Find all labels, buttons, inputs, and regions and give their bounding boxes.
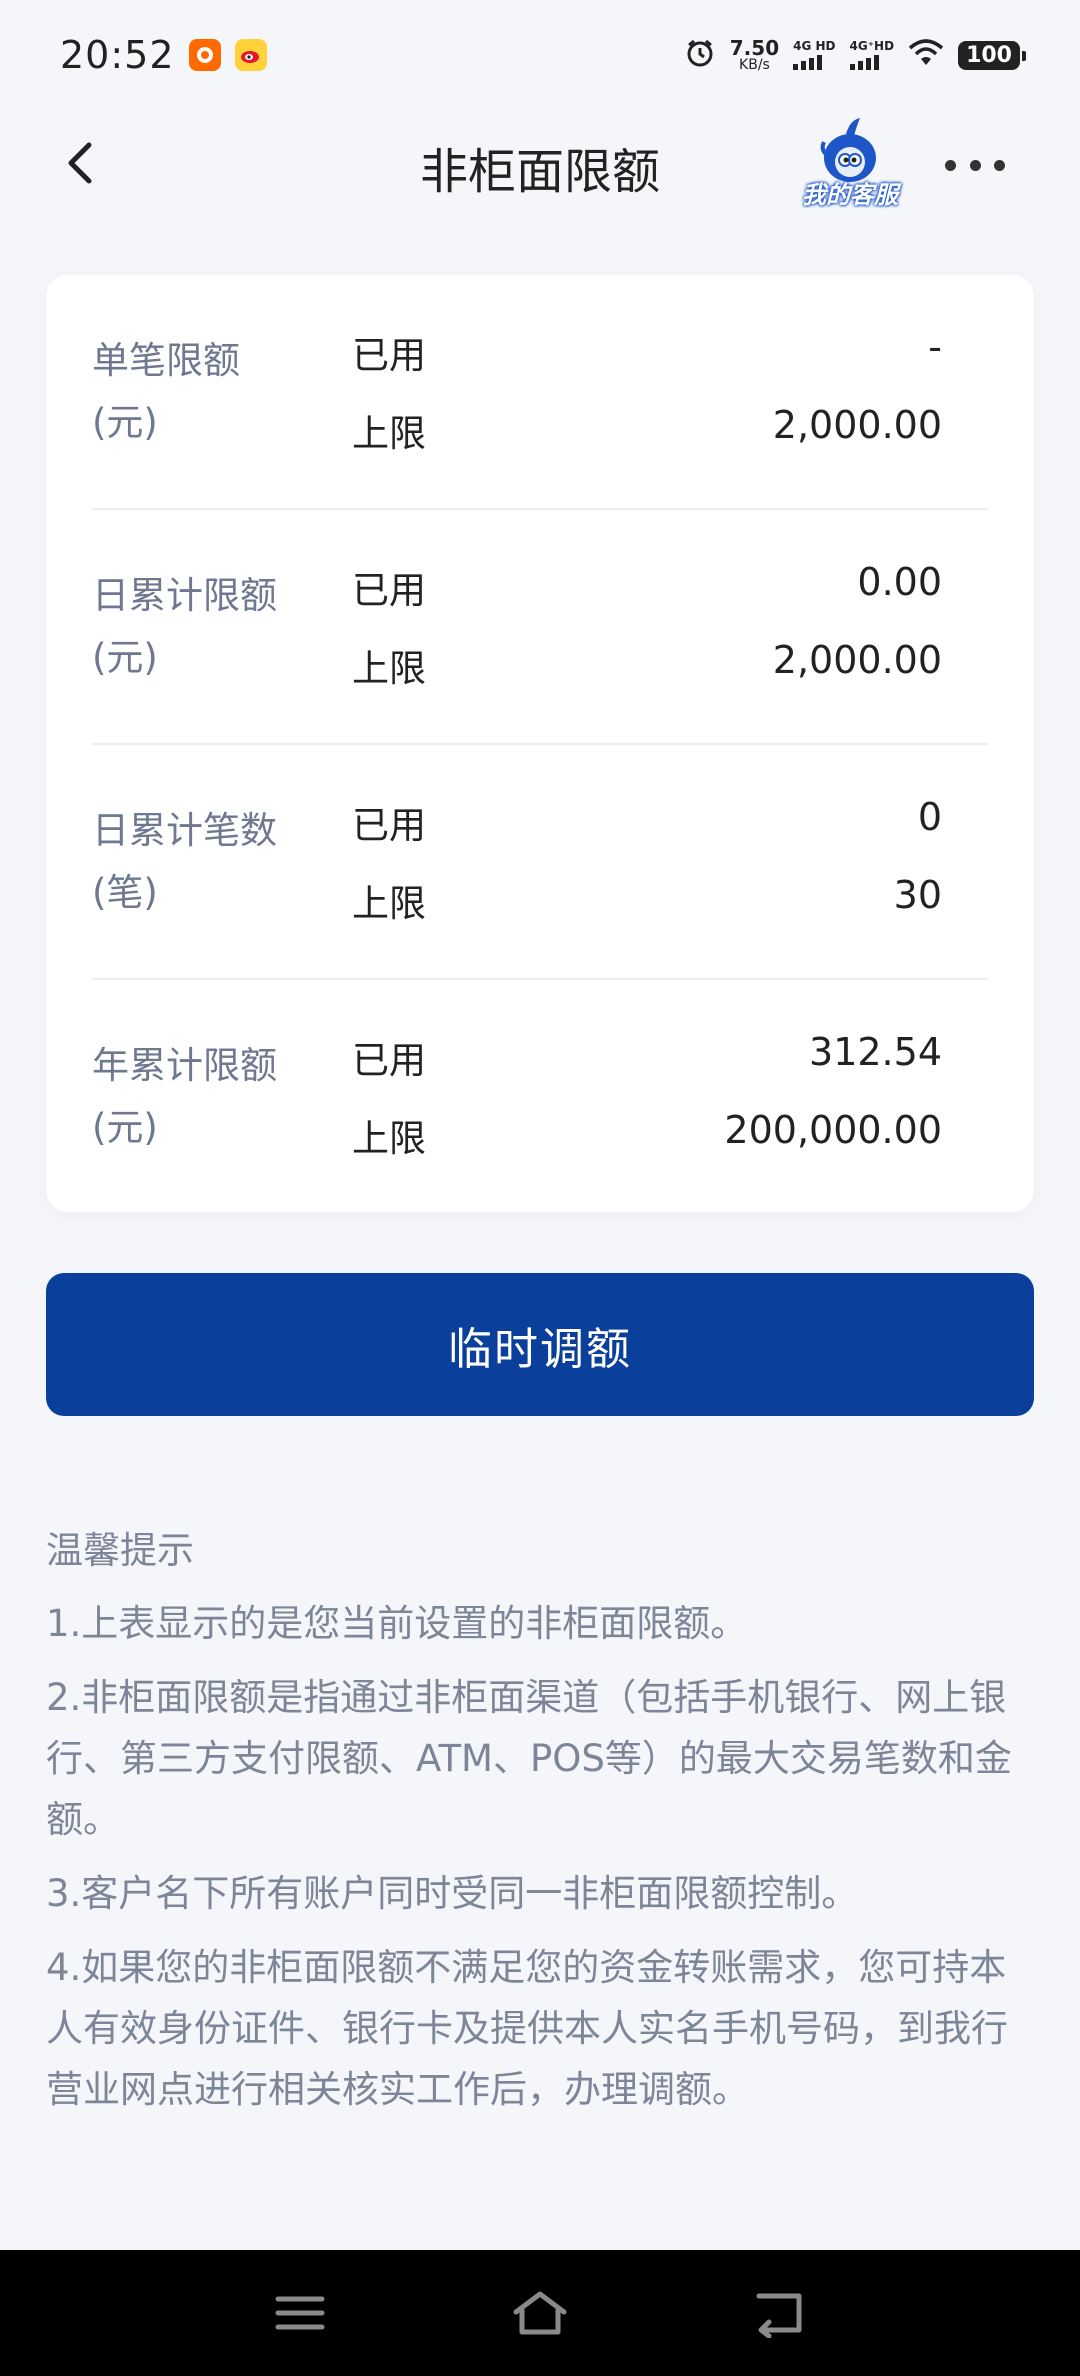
more-dot-icon: [945, 159, 956, 171]
battery-icon: 100: [958, 40, 1026, 70]
more-dot-icon: [994, 159, 1005, 171]
cap-value: 2,000.00: [772, 638, 942, 682]
customer-service-button[interactable]: 我的客服: [790, 110, 910, 210]
menu-icon: [275, 2296, 325, 2330]
cap-label: 上限: [352, 647, 426, 690]
tip-item: 3.客户名下所有账户同时受同一非柜面限额控制。: [46, 1872, 859, 1915]
system-nav-bar: [0, 2250, 1080, 2376]
tips-section: 温馨提示 1.上表显示的是您当前设置的非柜面限额。 2.非柜面限额是指通过非柜面…: [46, 1520, 1034, 2133]
tip-item: 4.如果您的非柜面限额不满足您的资金转账需求，您可持本人有效身份证件、银行卡及提…: [46, 1946, 1008, 2111]
cap-label: 上限: [352, 882, 426, 925]
used-value: 0.00: [857, 560, 942, 604]
used-label: 已用: [352, 1039, 426, 1082]
tip-item: 2.非柜面限额是指通过非柜面渠道（包括手机银行、网上银行、第三方支付限额、ATM…: [46, 1676, 1012, 1841]
cap-label: 上限: [352, 412, 426, 455]
limits-card: 单笔限额(元) 已用 - 上限 2,000.00 日累计限额(元) 已用 0.0…: [46, 275, 1034, 1212]
limit-row-daily-amount: 日累计限额(元) 已用 0.00 上限 2,000.00: [92, 510, 988, 745]
status-bar: 20:52 7.50 KB/s 4G HD 4G⁺HD 100: [0, 0, 1080, 110]
top-nav-bar: 非柜面限额 我的客服: [0, 110, 1080, 220]
back-nav-icon: [756, 2293, 802, 2338]
cap-value: 200,000.00: [724, 1108, 942, 1152]
back-nav-button[interactable]: [750, 2283, 810, 2343]
limit-label: 单笔限额(元): [92, 339, 240, 444]
wifi-icon: [908, 38, 944, 72]
used-value: -: [928, 325, 942, 369]
cap-value: 30: [893, 873, 942, 917]
tips-title: 温馨提示: [46, 1529, 194, 1572]
signal-icon-2: 4G⁺HD: [849, 40, 894, 70]
status-time: 20:52: [60, 33, 175, 77]
page-title: 非柜面限额: [419, 144, 660, 200]
used-value: 0: [917, 795, 942, 839]
limit-label: 年累计限额(元): [92, 1044, 277, 1149]
limit-label: 日累计笔数(笔): [92, 809, 277, 914]
more-dot-icon: [969, 159, 981, 171]
menu-button[interactable]: [270, 2283, 330, 2343]
used-label: 已用: [352, 569, 426, 612]
temporary-adjust-button[interactable]: 临时调额: [46, 1273, 1034, 1416]
used-value: 312.54: [809, 1030, 942, 1074]
limit-row-daily-count: 日累计笔数(笔) 已用 0 上限 30: [92, 745, 988, 980]
alarm-icon: [684, 37, 716, 73]
limit-label: 日累计限额(元): [92, 574, 277, 679]
home-button[interactable]: [510, 2283, 570, 2343]
status-indicators: 7.50 KB/s 4G HD 4G⁺HD 100: [684, 36, 1026, 73]
home-icon: [513, 2291, 567, 2335]
weibo-app-icon: [234, 39, 267, 71]
signal-icon: 4G HD: [793, 40, 836, 70]
used-label: 已用: [352, 334, 426, 377]
tip-item: 1.上表显示的是您当前设置的非柜面限额。: [46, 1602, 748, 1645]
used-label: 已用: [352, 804, 426, 847]
cap-value: 2,000.00: [772, 403, 942, 447]
customer-service-label: 我的客服: [802, 181, 898, 209]
limit-row-single: 单笔限额(元) 已用 - 上限 2,000.00: [92, 275, 988, 510]
network-speed: 7.50 KB/s: [729, 36, 780, 73]
more-options-button[interactable]: [945, 150, 1005, 180]
cap-label: 上限: [352, 1117, 426, 1160]
limit-row-yearly-amount: 年累计限额(元) 已用 312.54 上限 200,000.00: [92, 980, 988, 1215]
taobao-app-icon: [188, 39, 221, 71]
